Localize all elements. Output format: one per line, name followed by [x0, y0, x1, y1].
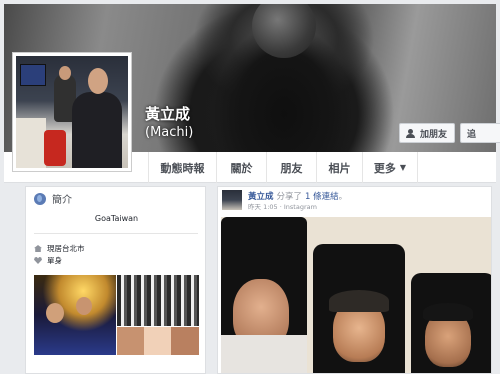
intro-header: 簡介 [34, 191, 72, 206]
profile-picture[interactable] [12, 52, 132, 172]
tab-photos[interactable]: 相片 [316, 152, 362, 183]
intro-divider [34, 233, 198, 234]
intro-bio: GoaTaiwan [94, 214, 139, 223]
intro-city-row[interactable]: 現居台北市 [34, 243, 85, 254]
intro-city: 現居台北市 [47, 244, 85, 253]
profile-picture-image [16, 56, 128, 168]
add-friend-icon [406, 128, 416, 138]
pp-screen [20, 64, 46, 86]
tab-more-label: 更多 [373, 161, 396, 175]
profile-name[interactable]: 黃立成 [145, 103, 190, 124]
pp-desk [16, 118, 46, 168]
post-shared-image[interactable] [221, 217, 491, 373]
timeline-post: 黃立成 分享了 1 條連結。 昨天 1:05 · Instagram [217, 186, 492, 374]
post-timestamp[interactable]: 昨天 1:05 [248, 203, 278, 211]
post-image-panel-2 [313, 244, 405, 373]
panel-3-hair [423, 303, 473, 321]
intro-card: 簡介 GoaTaiwan 現居台北市 單身 [25, 186, 206, 374]
post-image-panel-1 [221, 217, 307, 373]
intro-photo-2[interactable] [117, 275, 199, 326]
pp-person-front [72, 92, 122, 168]
panel-2-hat [329, 290, 389, 312]
follow-button[interactable]: 追 [460, 123, 500, 143]
home-icon [34, 245, 42, 252]
pp-person-back-head [59, 66, 71, 80]
tab-more[interactable]: 更多 ▼ [362, 152, 418, 183]
profile-alias: (Machi) [145, 125, 194, 140]
add-friend-label: 加朋友 [420, 129, 448, 140]
intro-photo-1[interactable] [34, 275, 116, 355]
tab-timeline[interactable]: 動態時報 [148, 152, 216, 183]
add-friend-button[interactable]: 加朋友 [399, 123, 455, 143]
globe-icon [34, 192, 46, 205]
intro-relationship: 單身 [47, 256, 62, 265]
tab-about[interactable]: 關於 [216, 152, 266, 183]
pp-person-front-head [88, 68, 108, 94]
follow-label: 追 [467, 129, 477, 140]
post-meta: 昨天 1:05 · Instagram [248, 201, 317, 211]
post-author-avatar[interactable] [222, 190, 242, 210]
panel-1-shirt [221, 335, 307, 373]
intro-title: 簡介 [52, 195, 72, 206]
pp-chair [44, 130, 66, 166]
intro-relationship-row: 單身 [34, 255, 62, 266]
heart-icon [34, 257, 42, 264]
caret-down-icon: ▼ [399, 163, 407, 172]
post-header-dot: 。 [338, 192, 348, 202]
post-source[interactable]: Instagram [284, 203, 317, 211]
intro-photo-3[interactable] [117, 327, 199, 355]
post-image-panel-3 [411, 273, 491, 373]
tab-friends[interactable]: 朋友 [266, 152, 316, 183]
